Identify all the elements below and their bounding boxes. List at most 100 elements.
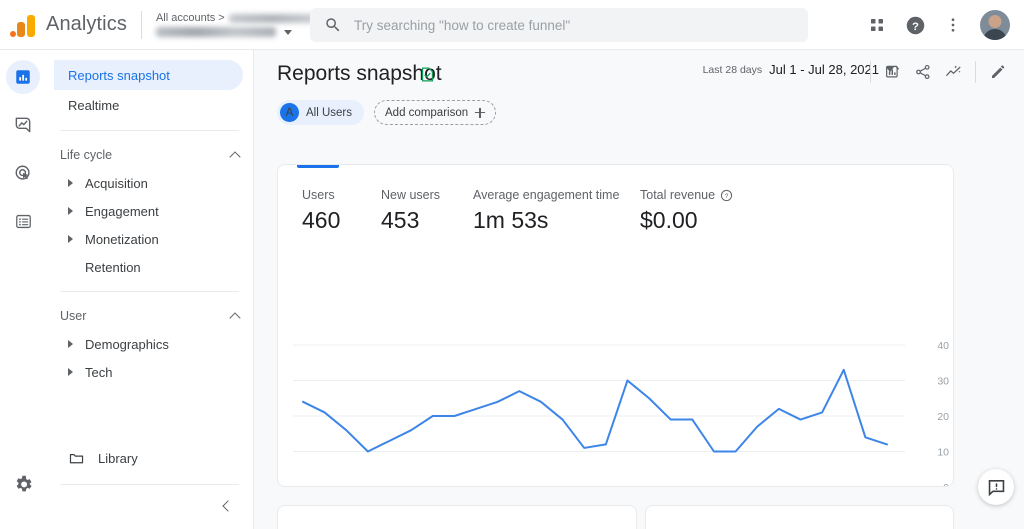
folder-icon bbox=[68, 450, 85, 467]
sidebar-item-engagement[interactable]: Engagement bbox=[54, 197, 243, 225]
sidebar-item-label: Realtime bbox=[68, 98, 119, 113]
chip-all-users[interactable]: A All Users bbox=[277, 100, 364, 125]
help-icon[interactable]: ? bbox=[720, 189, 733, 202]
sidebar-item-label: Engagement bbox=[85, 204, 159, 219]
sidebar-group-label: Life cycle bbox=[60, 148, 112, 162]
main-content: Reports snapshot Last 28 days Jul 1 - Ju… bbox=[254, 50, 1024, 529]
sidebar-item-label: Demographics bbox=[85, 337, 169, 352]
card-stub-right[interactable] bbox=[645, 505, 954, 529]
metric-label: Average engagement time bbox=[473, 188, 619, 202]
share-icon[interactable] bbox=[909, 58, 937, 86]
search-bar[interactable] bbox=[310, 8, 808, 42]
search-input[interactable] bbox=[354, 18, 784, 33]
card-stub-left[interactable] bbox=[277, 505, 637, 529]
pencil-icon[interactable] bbox=[984, 58, 1012, 86]
help-icon[interactable]: ? bbox=[898, 8, 932, 42]
feedback-button[interactable] bbox=[978, 469, 1014, 505]
svg-text:?: ? bbox=[725, 192, 729, 199]
page-header: Reports snapshot Last 28 days Jul 1 - Ju… bbox=[254, 50, 1024, 110]
rail-item-advertising[interactable] bbox=[6, 156, 40, 190]
rail-item-explore[interactable] bbox=[6, 108, 40, 142]
chevron-up-icon[interactable] bbox=[229, 312, 240, 323]
svg-text:?: ? bbox=[912, 20, 919, 32]
metric-value: 460 bbox=[302, 207, 381, 234]
metric-label: Users bbox=[302, 188, 335, 202]
edit-chart-icon[interactable] bbox=[879, 58, 907, 86]
report-doc-icon[interactable] bbox=[419, 66, 436, 88]
plus-icon bbox=[475, 108, 485, 118]
svg-text:20: 20 bbox=[937, 411, 949, 423]
analytics-logo[interactable] bbox=[0, 13, 46, 37]
feedback-icon bbox=[987, 478, 1006, 497]
divider bbox=[60, 130, 239, 131]
sidebar-item-monetization[interactable]: Monetization bbox=[54, 225, 243, 253]
sidebar-item-tech[interactable]: Tech bbox=[54, 358, 243, 386]
settings-gear-icon[interactable] bbox=[6, 467, 40, 501]
sidebar-item-label: Monetization bbox=[85, 232, 159, 247]
metric-value: $0.00 bbox=[640, 207, 760, 234]
sidebar-item-acquisition[interactable]: Acquisition bbox=[54, 169, 243, 197]
sidebar-group-life-cycle[interactable]: Life cycle bbox=[60, 141, 239, 169]
sidebar-group-user[interactable]: User bbox=[60, 302, 239, 330]
divider bbox=[975, 61, 976, 83]
divider bbox=[870, 61, 871, 83]
account-name-redacted bbox=[229, 14, 315, 23]
sidebar-item-library[interactable]: Library bbox=[54, 443, 246, 473]
analytics-app: Analytics All accounts > bbox=[0, 0, 1024, 529]
avatar[interactable] bbox=[980, 10, 1010, 40]
svg-text:10: 10 bbox=[937, 447, 949, 459]
chart-svg: 01020304004Jul111825 bbox=[278, 249, 954, 487]
metric-label: New users bbox=[381, 188, 440, 202]
top-header: Analytics All accounts > bbox=[0, 0, 1024, 50]
divider bbox=[60, 484, 239, 485]
add-comparison-label: Add comparison bbox=[385, 107, 468, 119]
chevron-down-icon[interactable] bbox=[284, 30, 292, 35]
expand-triangle-icon[interactable] bbox=[68, 207, 73, 215]
metric-avg-engagement-time[interactable]: Average engagement time 1m 53s bbox=[473, 188, 640, 234]
rail-item-reports[interactable] bbox=[6, 60, 40, 94]
comparison-chips: A All Users Add comparison bbox=[277, 100, 496, 125]
svg-text:30: 30 bbox=[937, 376, 949, 388]
account-selector[interactable]: All accounts > bbox=[156, 5, 315, 45]
expand-triangle-icon[interactable] bbox=[68, 179, 73, 187]
metric-users[interactable]: Users 460 bbox=[302, 188, 381, 234]
configure-icon bbox=[14, 212, 33, 231]
property-name-redacted bbox=[156, 27, 276, 37]
sidebar-item-demographics[interactable]: Demographics bbox=[54, 330, 243, 358]
chip-avatar: A bbox=[280, 103, 299, 122]
active-tab-indicator[interactable] bbox=[297, 165, 339, 168]
divider bbox=[60, 291, 239, 292]
expand-triangle-icon[interactable] bbox=[68, 235, 73, 243]
reports-icon bbox=[14, 68, 32, 86]
collapse-sidebar-button[interactable] bbox=[213, 493, 239, 519]
rail-item-configure[interactable] bbox=[6, 204, 40, 238]
sidebar-item-label: Tech bbox=[85, 365, 112, 380]
sidebar-nav: Reports snapshot Realtime Life cycle Acq… bbox=[46, 50, 254, 529]
expand-triangle-icon[interactable] bbox=[68, 368, 73, 376]
users-line-chart[interactable]: 01020304004Jul111825 bbox=[278, 249, 954, 487]
icon-rail bbox=[0, 50, 46, 529]
chevron-up-icon[interactable] bbox=[229, 151, 240, 162]
sidebar-item-retention[interactable]: Retention bbox=[54, 253, 243, 281]
date-range-value: Jul 1 - Jul 28, 2021 bbox=[769, 62, 879, 77]
header-action-group bbox=[864, 58, 1012, 86]
metric-total-revenue[interactable]: Total revenue ? $0.00 bbox=[640, 188, 760, 234]
sidebar-item-realtime[interactable]: Realtime bbox=[54, 90, 243, 120]
sidebar-item-reports-snapshot[interactable]: Reports snapshot bbox=[54, 60, 243, 90]
divider bbox=[141, 11, 142, 39]
chevron-left-icon bbox=[222, 500, 233, 511]
more-vert-icon[interactable] bbox=[936, 8, 970, 42]
apps-grid-icon[interactable] bbox=[860, 8, 894, 42]
expand-triangle-icon[interactable] bbox=[68, 340, 73, 348]
account-breadcrumb: All accounts > bbox=[156, 12, 225, 24]
page-title: Reports snapshot bbox=[277, 62, 442, 86]
insights-icon[interactable] bbox=[939, 58, 967, 86]
header-actions: ? bbox=[860, 0, 1010, 50]
sidebar-group-label: User bbox=[60, 309, 86, 323]
metric-new-users[interactable]: New users 453 bbox=[381, 188, 473, 234]
date-range-label: Last 28 days bbox=[703, 64, 763, 76]
add-comparison-button[interactable]: Add comparison bbox=[374, 100, 496, 125]
users-overview-card: Users 460 New users 453 Average engageme… bbox=[277, 164, 954, 487]
brand-title: Analytics bbox=[46, 13, 127, 36]
explore-icon bbox=[13, 115, 33, 135]
